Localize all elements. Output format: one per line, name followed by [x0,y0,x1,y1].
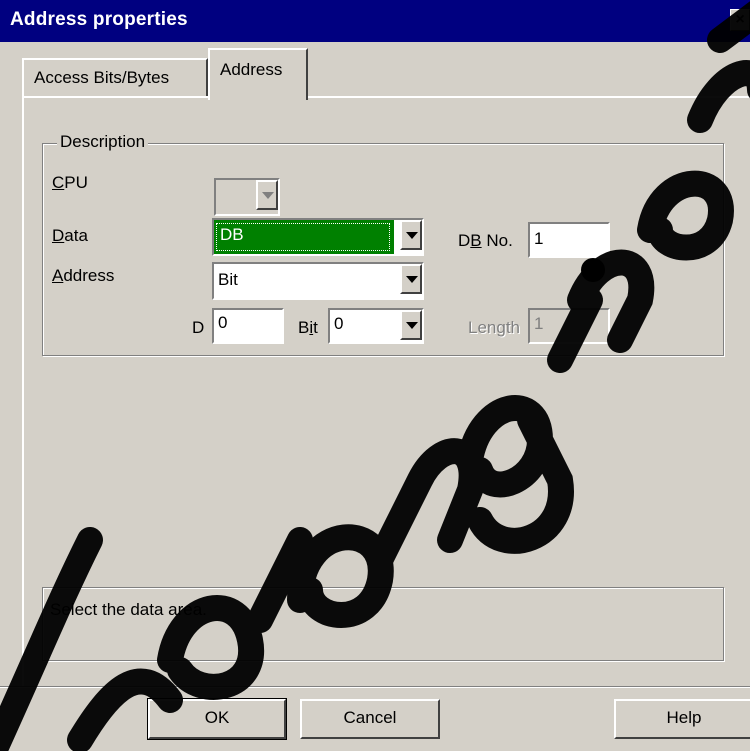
window-title: Address properties [10,9,188,30]
d-field[interactable]: 0 [212,308,284,344]
cpu-label: CPU [52,173,88,192]
title-bar: Address properties × [0,0,750,42]
status-box [42,587,724,661]
address-properties-dialog: Address properties × Access Bits/Bytes A… [0,0,750,751]
description-legend: Description [57,132,149,152]
cancel-button[interactable]: Cancel [300,699,440,739]
help-button[interactable]: Help [614,699,750,739]
cancel-label: Cancel [343,708,397,727]
help-label: Help [666,708,702,727]
divider [0,686,750,688]
chevron-down-icon[interactable] [400,220,422,250]
d-value: 0 [218,313,228,332]
db-number-field[interactable]: 1 [528,222,610,258]
close-icon: × [735,11,745,28]
address-combobox[interactable]: Bit [212,262,424,300]
focus-rectangle [216,223,390,251]
tab-address[interactable]: Address [208,48,308,100]
address-value: Bit [218,270,238,289]
chevron-down-icon[interactable] [256,180,278,210]
length-field: 1 [528,308,610,344]
d-label: D [192,318,205,337]
length-value: 1 [534,314,544,333]
status-text: Select the data area. [50,600,207,619]
tab-access-bits-bytes[interactable]: Access Bits/Bytes [22,58,208,98]
close-button[interactable]: × [730,9,750,31]
db-number-value: 1 [534,229,544,248]
tab-label: Access Bits/Bytes [34,68,170,87]
chevron-down-icon[interactable] [400,310,422,340]
cpu-combobox[interactable] [214,178,280,216]
ok-button[interactable]: OK [147,698,287,740]
address-label: Address [52,266,115,285]
chevron-down-icon[interactable] [400,264,422,294]
data-combobox[interactable]: DB [212,218,424,256]
data-label: Data [52,226,88,245]
ok-label: OK [204,708,230,727]
tab-label: Address [220,60,283,79]
length-label: Length [468,318,520,337]
db-no-label: DB No. [458,231,513,250]
bit-label: Bit [298,318,318,337]
bit-combobox[interactable]: 0 [328,308,424,344]
bit-value: 0 [334,314,344,333]
